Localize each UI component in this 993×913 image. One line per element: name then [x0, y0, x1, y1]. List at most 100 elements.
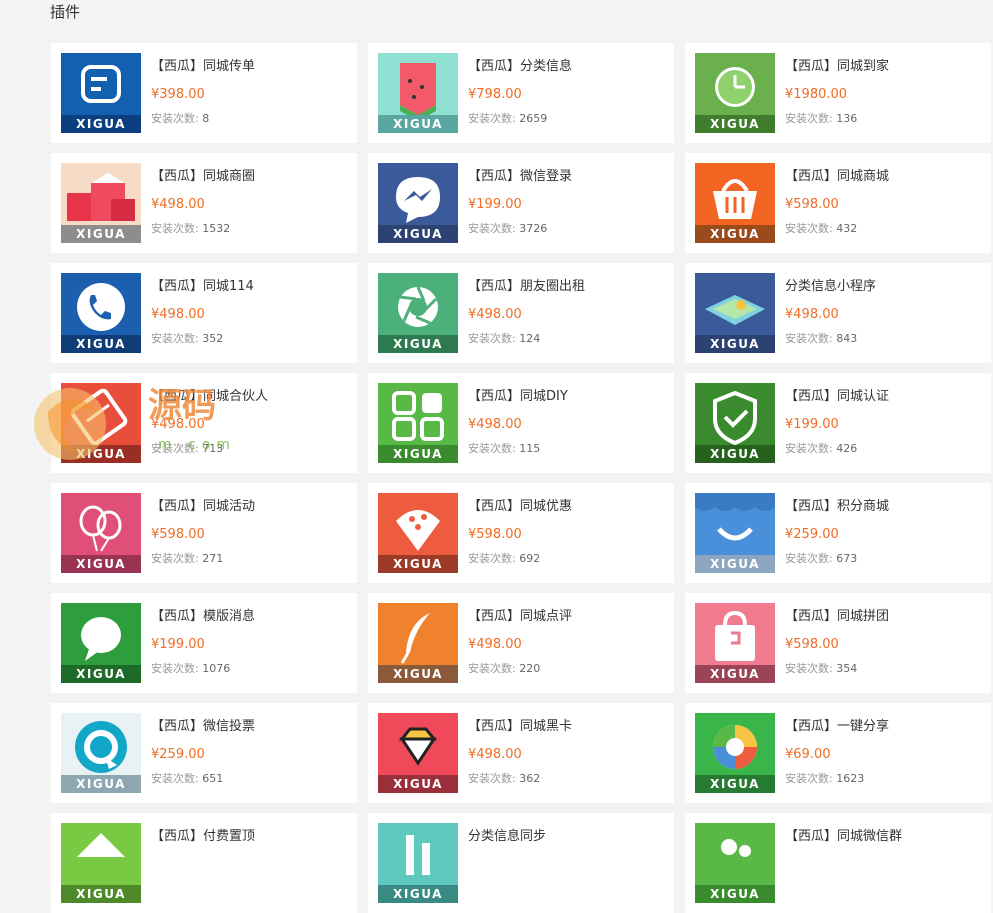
plugin-price: ¥498.00 — [151, 307, 205, 322]
plugin-name[interactable]: 【西瓜】同城认证 — [785, 388, 889, 406]
plugin-card[interactable]: XIGUA 分类信息同步 — [368, 813, 674, 913]
plugin-card[interactable]: XIGUA 【西瓜】同城合伙人 ¥498.00 安装次数: 713 — [51, 373, 357, 473]
plugin-card[interactable]: XIGUA 【西瓜】积分商城 ¥259.00 安装次数: 673 — [685, 483, 991, 583]
feather-icon[interactable]: XIGUA — [378, 603, 458, 683]
plugin-name[interactable]: 【西瓜】积分商城 — [785, 498, 889, 516]
plugin-card[interactable]: XIGUA 【西瓜】同城114 ¥498.00 安装次数: 352 — [51, 263, 357, 363]
brand-label: XIGUA — [378, 555, 458, 573]
install-label: 安装次数: — [785, 552, 837, 565]
plugin-price: ¥199.00 — [785, 417, 839, 432]
color-aperture-icon[interactable]: XIGUA — [695, 713, 775, 793]
install-count: 安装次数: 115 — [468, 440, 540, 458]
phone-icon[interactable]: XIGUA — [61, 273, 141, 353]
plugin-name[interactable]: 【西瓜】同城拼团 — [785, 608, 889, 626]
plugin-card[interactable]: XIGUA 【西瓜】同城拼团 ¥598.00 安装次数: 354 — [685, 593, 991, 693]
plugin-card[interactable]: XIGUA 【西瓜】同城商圈 ¥498.00 安装次数: 1532 — [51, 153, 357, 253]
plugin-name[interactable]: 【西瓜】同城DIY — [468, 388, 568, 406]
watermelon-icon[interactable]: XIGUA — [378, 53, 458, 133]
plugin-name[interactable]: 【西瓜】同城商城 — [785, 168, 889, 186]
install-count-value: 271 — [202, 552, 224, 565]
plugin-card[interactable]: XIGUA 【西瓜】同城商城 ¥598.00 安装次数: 432 — [685, 153, 991, 253]
grid-icon[interactable]: XIGUA — [378, 383, 458, 463]
install-count: 安装次数: 124 — [468, 330, 540, 348]
plugin-name[interactable]: 【西瓜】微信登录 — [468, 168, 572, 186]
plugin-card[interactable]: XIGUA 【西瓜】同城到家 ¥1980.00 安装次数: 136 — [685, 43, 991, 143]
clock-icon[interactable]: XIGUA — [695, 53, 775, 133]
plugin-card[interactable]: XIGUA 分类信息小程序 ¥498.00 安装次数: 843 — [685, 263, 991, 363]
plugin-name[interactable]: 【西瓜】付费置顶 — [151, 828, 255, 846]
install-label: 安装次数: — [468, 662, 520, 675]
speech-bubble-icon[interactable]: XIGUA — [61, 603, 141, 683]
pie-icon[interactable]: XIGUA — [378, 493, 458, 573]
install-count-value: 713 — [202, 442, 224, 455]
plugin-name[interactable]: 【西瓜】模版消息 — [151, 608, 255, 626]
chat-square-icon[interactable]: XIGUA — [61, 53, 141, 133]
plugin-card[interactable]: XIGUA 【西瓜】同城认证 ¥199.00 安装次数: 426 — [685, 373, 991, 473]
arrow-up-icon[interactable]: XIGUA — [61, 823, 141, 903]
plugin-card[interactable]: XIGUA 【西瓜】分类信息 ¥798.00 安装次数: 2659 — [368, 43, 674, 143]
basket-icon[interactable]: XIGUA — [695, 163, 775, 243]
brand-label: XIGUA — [378, 225, 458, 243]
shopping-bag-icon[interactable]: XIGUA — [695, 603, 775, 683]
install-count: 安装次数: 692 — [468, 550, 540, 568]
plugin-price: ¥199.00 — [468, 197, 522, 212]
install-count: 安装次数: 843 — [785, 330, 857, 348]
plugin-card[interactable]: XIGUA 【西瓜】同城活动 ¥598.00 安装次数: 271 — [51, 483, 357, 583]
messenger-bolt-icon[interactable]: XIGUA — [378, 163, 458, 243]
plugin-grid: XIGUA 【西瓜】同城传单 ¥398.00 安装次数: 8 XIGUA 【西瓜】分类信息… — [51, 43, 991, 913]
plugin-name[interactable]: 【西瓜】同城点评 — [468, 608, 572, 626]
plugin-name[interactable]: 【西瓜】同城优惠 — [468, 498, 572, 516]
plugin-card[interactable]: XIGUA 【西瓜】同城传单 ¥398.00 安装次数: 8 — [51, 43, 357, 143]
plugin-price: ¥798.00 — [468, 87, 522, 102]
install-label: 安装次数: — [468, 222, 520, 235]
plugin-name[interactable]: 【西瓜】朋友圈出租 — [468, 278, 585, 296]
install-count: 安装次数: 651 — [151, 770, 223, 788]
install-count-value: 8 — [202, 112, 210, 125]
plugin-card[interactable]: XIGUA 【西瓜】同城DIY ¥498.00 安装次数: 115 — [368, 373, 674, 473]
plugin-name[interactable]: 【西瓜】一键分享 — [785, 718, 889, 736]
plugin-name[interactable]: 【西瓜】同城微信群 — [785, 828, 902, 846]
plugin-name[interactable]: 【西瓜】同城114 — [151, 278, 254, 296]
group-icon[interactable]: XIGUA — [695, 823, 775, 903]
refresh-circle-icon[interactable]: XIGUA — [61, 713, 141, 793]
plugin-name[interactable]: 【西瓜】同城合伙人 — [151, 388, 268, 406]
plugin-price: ¥498.00 — [468, 417, 522, 432]
plugin-price: ¥498.00 — [468, 747, 522, 762]
gift-boxes-icon[interactable]: XIGUA — [61, 163, 141, 243]
plugin-card[interactable]: XIGUA 【西瓜】同城黑卡 ¥498.00 安装次数: 362 — [368, 703, 674, 803]
plugin-card[interactable]: XIGUA 【西瓜】模版消息 ¥199.00 安装次数: 1076 — [51, 593, 357, 693]
plugin-card[interactable]: XIGUA 【西瓜】微信投票 ¥259.00 安装次数: 651 — [51, 703, 357, 803]
plugin-card[interactable]: XIGUA 【西瓜】付费置顶 — [51, 813, 357, 913]
brand-label: XIGUA — [61, 665, 141, 683]
diamond-icon[interactable]: XIGUA — [378, 713, 458, 793]
plugin-card[interactable]: XIGUA 【西瓜】同城点评 ¥498.00 安装次数: 220 — [368, 593, 674, 693]
plugin-card[interactable]: XIGUA 【西瓜】同城微信群 — [685, 813, 991, 913]
handshake-icon[interactable]: XIGUA — [61, 383, 141, 463]
smile-bag-icon[interactable]: XIGUA — [695, 493, 775, 573]
map-icon[interactable]: XIGUA — [695, 273, 775, 353]
plugin-name[interactable]: 分类信息小程序 — [785, 278, 876, 296]
brand-label: XIGUA — [378, 775, 458, 793]
balloons-icon[interactable]: XIGUA — [61, 493, 141, 573]
plugin-name[interactable]: 【西瓜】同城传单 — [151, 58, 255, 76]
brand-label: XIGUA — [695, 665, 775, 683]
aperture-icon[interactable]: XIGUA — [378, 273, 458, 353]
plugin-name[interactable]: 【西瓜】同城活动 — [151, 498, 255, 516]
plugin-name[interactable]: 【西瓜】同城到家 — [785, 58, 889, 76]
plugin-card[interactable]: XIGUA 【西瓜】朋友圈出租 ¥498.00 安装次数: 124 — [368, 263, 674, 363]
plugin-name[interactable]: 【西瓜】同城黑卡 — [468, 718, 572, 736]
install-count-value: 1076 — [202, 662, 231, 675]
plugin-name[interactable]: 【西瓜】分类信息 — [468, 58, 572, 76]
plugin-card[interactable]: XIGUA 【西瓜】同城优惠 ¥598.00 安装次数: 692 — [368, 483, 674, 583]
plugin-price: ¥259.00 — [785, 527, 839, 542]
plugin-card[interactable]: XIGUA 【西瓜】一键分享 ¥69.00 安装次数: 1623 — [685, 703, 991, 803]
plugin-name[interactable]: 【西瓜】同城商圈 — [151, 168, 255, 186]
install-count-value: 692 — [519, 552, 541, 565]
plugin-name[interactable]: 【西瓜】微信投票 — [151, 718, 255, 736]
plugin-card[interactable]: XIGUA 【西瓜】微信登录 ¥199.00 安装次数: 3726 — [368, 153, 674, 253]
plugin-name[interactable]: 分类信息同步 — [468, 828, 546, 846]
shield-check-icon[interactable]: XIGUA — [695, 383, 775, 463]
install-label: 安装次数: — [785, 332, 837, 345]
sync-icon[interactable]: XIGUA — [378, 823, 458, 903]
install-count-value: 2659 — [519, 112, 548, 125]
